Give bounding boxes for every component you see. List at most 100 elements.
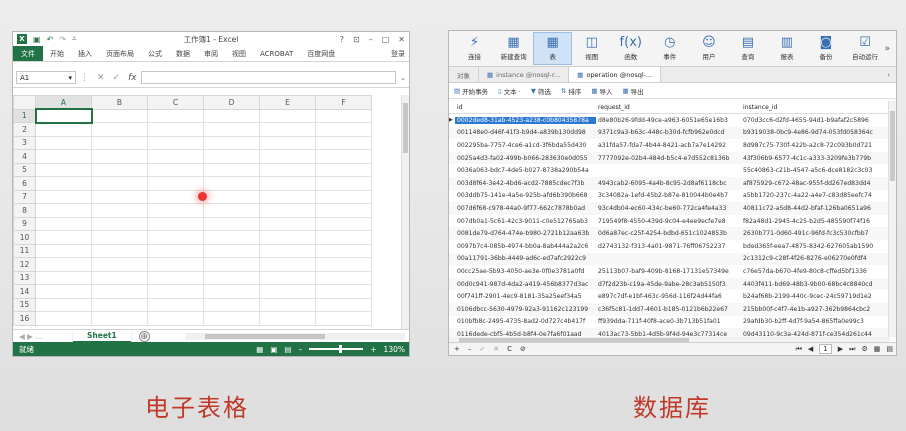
page-layout-view-icon[interactable]: ▣ — [270, 345, 277, 354]
tab-file[interactable]: 文件 — [13, 46, 43, 61]
table-cell[interactable]: 93c4db04-ec60-434c-be60-772ca4fe4a33 — [596, 205, 741, 212]
toolbar-button[interactable]: ▥ 报表 — [767, 33, 806, 64]
vertical-scrollbar[interactable] — [888, 101, 896, 337]
cell[interactable] — [315, 108, 372, 123]
table-cell[interactable]: 2630b771-0d60-491c-96fd-fc3c530cfbb7 — [741, 230, 889, 237]
cell[interactable] — [203, 270, 260, 285]
tab-formulas[interactable]: 公式 — [141, 46, 169, 61]
table-row[interactable]: 00cc25ae-5b93-4050-ae3e-0f0e3781a0fd 2511… — [449, 265, 890, 278]
cell[interactable] — [203, 311, 260, 326]
row-header[interactable]: 9 — [13, 216, 36, 231]
cell[interactable] — [147, 216, 204, 231]
table-cell[interactable]: c36f5c81-1dd7-4601-b185-0121b6b22e67 — [596, 306, 741, 313]
cell[interactable] — [35, 203, 92, 218]
chevron-down-icon[interactable]: ▾ — [68, 74, 72, 82]
import-button[interactable]: ▦ 导入 — [591, 86, 612, 96]
tab-data[interactable]: 数据 — [169, 46, 197, 61]
cell[interactable] — [35, 135, 92, 150]
tab-objects[interactable]: 对象 — [449, 67, 479, 82]
table-cell[interactable]: 007db0a1-5c61-42c3-9011-c0e512765ab3 — [455, 218, 596, 225]
toolbar-button[interactable]: ▦ 表 — [533, 32, 573, 65]
cell[interactable] — [147, 149, 204, 164]
column-header[interactable]: instance_id — [741, 104, 889, 111]
page-number[interactable]: 1 — [819, 344, 832, 354]
table-cell[interactable]: 001148e0-d46f-41f3-b9d4-a839b130dd98 — [455, 129, 596, 136]
table-row[interactable]: 0025a4d3-fa02-499b-b066-283630e0d055 7777… — [449, 151, 890, 165]
table-cell[interactable]: 43f306b9-6577-4c1c-a333-3209fe3b779b — [741, 155, 889, 162]
row-header[interactable]: 3 — [13, 135, 36, 150]
normal-view-icon[interactable]: ▦ — [256, 345, 263, 354]
table-row[interactable]: 003d8f64-3e42-4bd6-acd2-7885cdec7f3b 4943… — [449, 176, 890, 190]
table-cell[interactable]: 003ddb75-141e-4a5e-925b-afd6b390b668 — [455, 192, 596, 199]
delete-record-button[interactable]: – — [468, 345, 472, 353]
cell[interactable] — [91, 122, 148, 137]
column-header[interactable]: id — [455, 104, 596, 111]
cell[interactable] — [259, 135, 316, 150]
cell[interactable] — [91, 135, 148, 150]
refresh-button[interactable]: C — [507, 345, 512, 353]
ribbon-display-button[interactable]: ⊡ — [353, 35, 360, 44]
cell[interactable] — [203, 216, 260, 231]
login-link[interactable]: 登录 — [391, 46, 409, 61]
cell[interactable] — [203, 176, 260, 191]
cell[interactable] — [91, 189, 148, 204]
tab-instance[interactable]: ▦ instance @nosql-r... — [479, 67, 570, 82]
name-box[interactable]: A1 ▾ — [16, 71, 76, 84]
row-header[interactable]: 11 — [13, 243, 36, 258]
table-row[interactable]: 0116dede-cbf5-4b5d-b8f4-0e7fa6f01aad 4013… — [449, 328, 890, 337]
filter-button[interactable]: ▼ 筛选 — [531, 86, 551, 96]
table-cell[interactable]: 0d6a87ec-c25f-4254-bdbd-651c1024853b — [596, 230, 741, 237]
table-row[interactable]: 003ddb75-141e-4a5e-925b-afd6b390b668 3c34… — [449, 190, 890, 203]
last-page-icon[interactable]: ⏭ — [849, 345, 855, 354]
table-cell[interactable]: 4943cab2-6095-4a4b-8c95-2d8af6118cbc — [596, 180, 741, 187]
row-header[interactable]: 6 — [13, 176, 36, 191]
tab-home[interactable]: 开始 — [43, 46, 71, 61]
cell[interactable] — [203, 135, 260, 150]
cell[interactable] — [91, 257, 148, 272]
cell[interactable] — [259, 122, 316, 137]
cell[interactable] — [147, 203, 204, 218]
table-cell[interactable]: e897c7df-e1bf-463c-956d-116f24d44fa6 — [596, 293, 741, 300]
table-cell[interactable]: 003d8f64-3e42-4bd6-acd2-7885cdec7f3b — [455, 180, 596, 187]
table-row[interactable]: 00f741ff-2901-4ec9-8181-35a25eef34a5 e897… — [449, 290, 890, 303]
close-button[interactable]: ✕ — [398, 35, 405, 44]
table-cell[interactable]: d2743132-f313-4a01-9871-76ff06752237 — [596, 243, 741, 250]
formula-input[interactable] — [140, 71, 397, 84]
discard-button[interactable]: ✕ — [493, 345, 499, 353]
table-row[interactable]: 002295ba-7757-4ce6-a1cd-3f6bda55d430 a31f… — [449, 139, 890, 152]
cell[interactable] — [315, 270, 372, 285]
cell[interactable] — [315, 162, 372, 177]
table-cell[interactable]: 2c1312c9-c28f-4f26-8276-e06270e0fdf4 — [741, 255, 889, 262]
cell[interactable] — [91, 311, 148, 326]
settings-icon[interactable]: ⚙ — [861, 345, 867, 353]
cell[interactable] — [315, 176, 372, 191]
row-header[interactable]: 13 — [13, 270, 36, 285]
table-row[interactable]: 0106dbcc-5630-4979-92a3-91162c123199 c36f… — [449, 302, 890, 316]
cell[interactable] — [35, 122, 92, 137]
row-header[interactable]: 12 — [13, 257, 36, 272]
table-cell[interactable]: 4403f411-bd69-48b3-9b00-68bc4c8840cd — [741, 281, 889, 288]
table-cell[interactable]: 55c40863-c21b-4547-a5c6-dce8182c3c03 — [741, 167, 889, 174]
table-cell[interactable]: 3c34082a-1efd-45b2-b87e-810044b0e4b7 — [596, 192, 741, 199]
cell[interactable] — [147, 243, 204, 258]
cell[interactable] — [147, 230, 204, 245]
tab-baidu-netdisk[interactable]: 百度网盘 — [300, 46, 342, 61]
table-cell[interactable]: 7777092e-02b4-484d-b5c4-e7d552c8136b — [596, 155, 741, 162]
cell[interactable] — [315, 189, 372, 204]
table-cell[interactable]: 215bb00f-c4f7-4e1b-a927-362b9864cbc2 — [741, 306, 889, 313]
toolbar-button[interactable]: ◫ 视图 — [572, 33, 611, 64]
table-cell[interactable]: 719549f8-4550-439d-9c04-e4ee9ecfe7e8 — [596, 218, 741, 225]
zoom-out-icon[interactable]: – — [299, 345, 303, 354]
table-cell[interactable]: b24af68b-2199-440c-9cec-24c59719d1e2 — [741, 293, 889, 300]
cell[interactable] — [203, 203, 260, 218]
cell[interactable] — [91, 230, 148, 245]
cell[interactable] — [315, 230, 372, 245]
column-header[interactable]: F — [315, 95, 372, 110]
cell[interactable] — [147, 284, 204, 299]
scroll-thumb[interactable] — [890, 111, 895, 181]
cell[interactable] — [91, 284, 148, 299]
row-header[interactable]: 2 — [13, 122, 36, 137]
column-header[interactable]: request_id — [596, 104, 741, 111]
table-cell[interactable]: f82a48d1-2945-4c25-b2d5-485590f74f16 — [741, 218, 889, 225]
table-cell[interactable]: 002295ba-7757-4ce6-a1cd-3f6bda55d430 — [455, 142, 596, 149]
